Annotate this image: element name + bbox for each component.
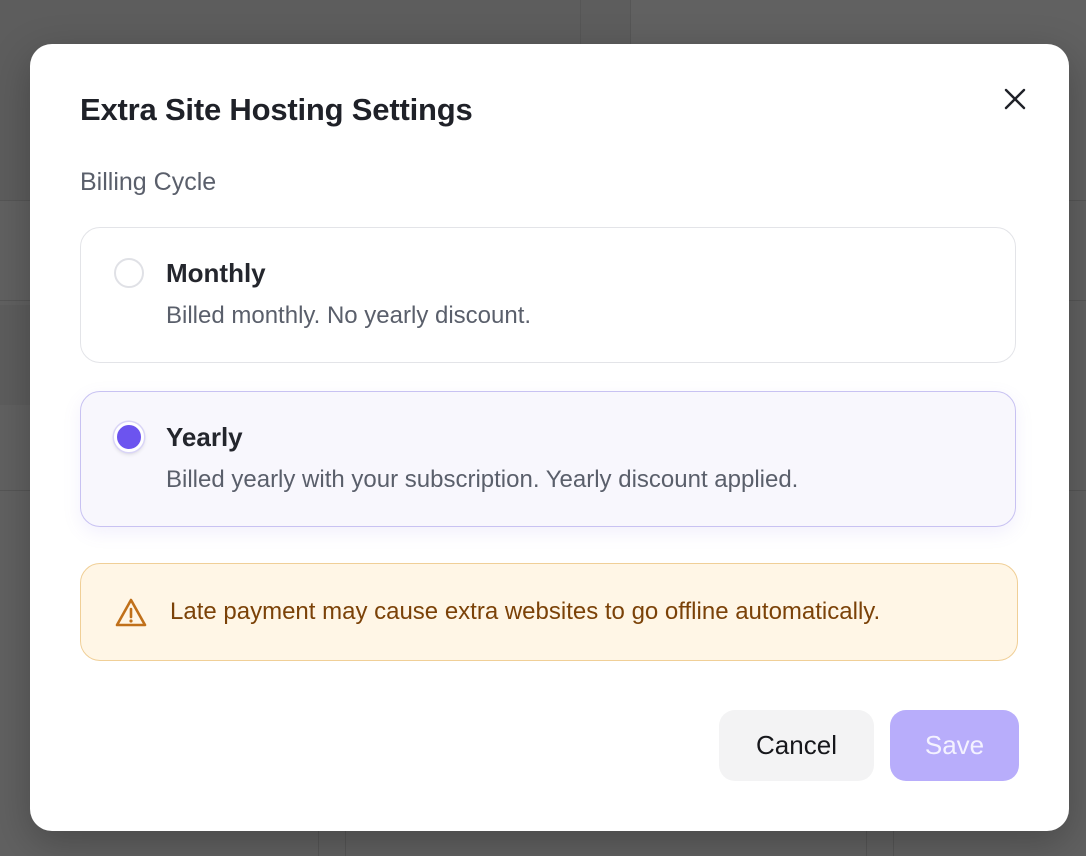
dialog-title: Extra Site Hosting Settings (80, 92, 473, 127)
warning-message: Late payment may cause extra websites to… (170, 598, 881, 625)
late-payment-warning: Late payment may cause extra websites to… (80, 563, 1018, 661)
close-button[interactable] (998, 82, 1032, 116)
warning-triangle-icon (115, 598, 147, 627)
hosting-settings-dialog: Extra Site Hosting Settings Billing Cycl… (30, 44, 1069, 831)
billing-option-yearly[interactable]: Yearly Billed yearly with your subscript… (80, 391, 1016, 527)
option-title-yearly: Yearly (166, 422, 243, 452)
radio-button-monthly[interactable] (114, 258, 144, 288)
option-title-monthly: Monthly (166, 258, 266, 288)
billing-option-monthly[interactable]: Monthly Billed monthly. No yearly discou… (80, 227, 1016, 363)
option-description-monthly: Billed monthly. No yearly discount. (166, 302, 532, 329)
close-icon (1004, 88, 1026, 110)
billing-cycle-label: Billing Cycle (80, 168, 217, 196)
save-button[interactable]: Save (890, 710, 1019, 781)
cancel-button[interactable]: Cancel (719, 710, 874, 781)
radio-button-yearly[interactable] (114, 422, 144, 452)
option-description-yearly: Billed yearly with your subscription. Ye… (166, 466, 799, 493)
